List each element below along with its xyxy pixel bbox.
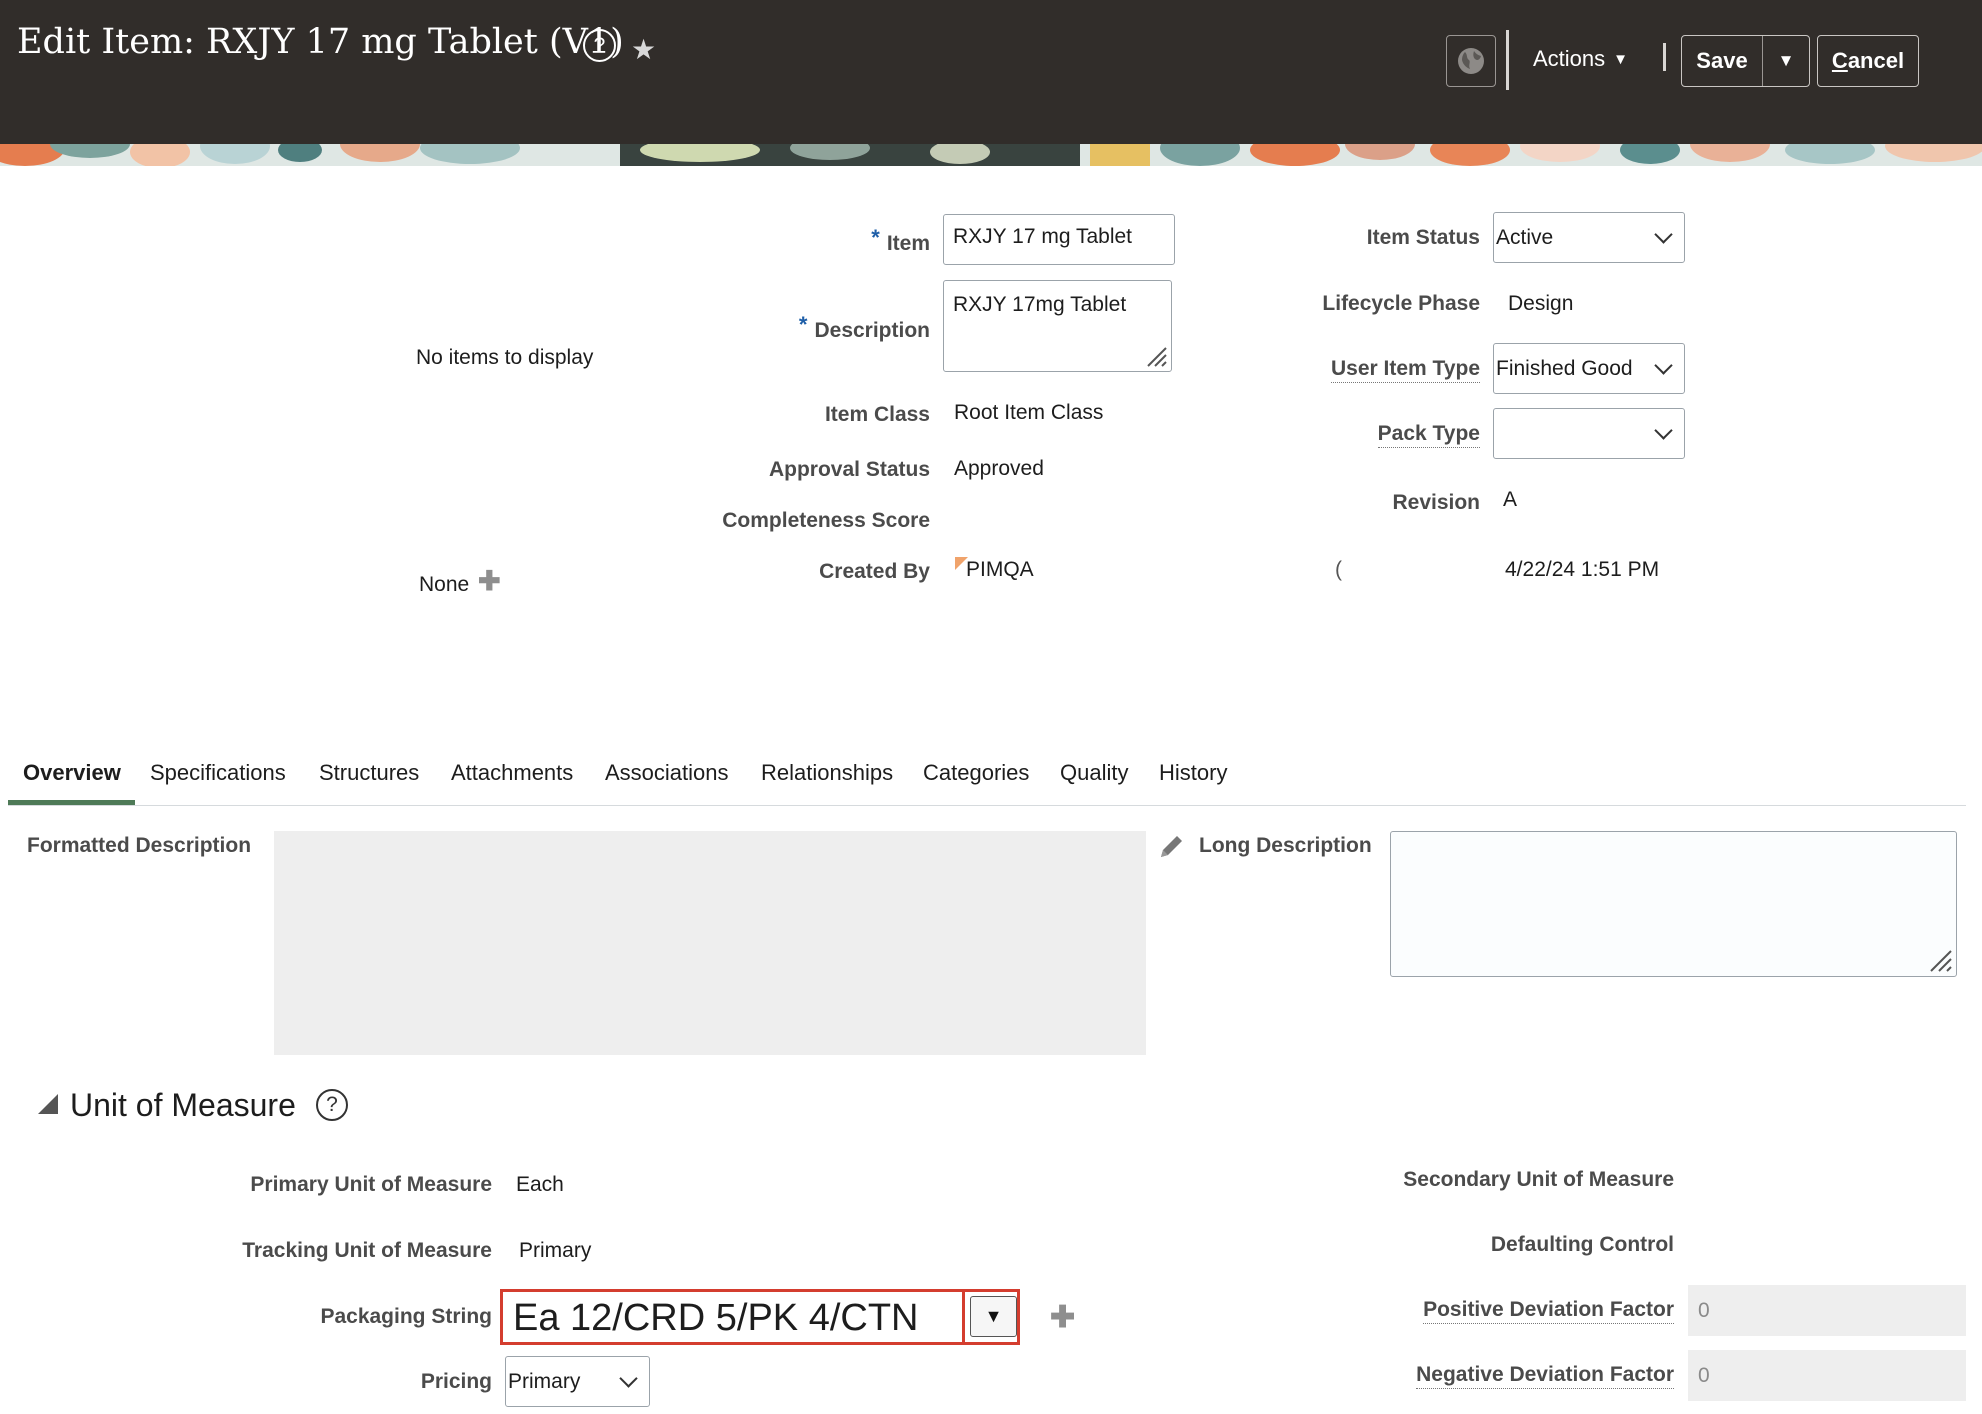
none-label: None bbox=[419, 573, 470, 596]
tracking-uom-value: Primary bbox=[519, 1239, 592, 1262]
item-input[interactable]: RXJY 17 mg Tablet bbox=[943, 214, 1175, 265]
active-tab-indicator bbox=[8, 800, 135, 805]
description-value: RXJY 17mg Tablet bbox=[953, 293, 1127, 316]
formatted-description-area bbox=[274, 831, 1146, 1055]
user-item-type-label[interactable]: User Item Type bbox=[1331, 357, 1480, 383]
uom-section-title: Unit of Measure bbox=[70, 1087, 296, 1123]
chevron-down-icon bbox=[619, 1369, 638, 1388]
add-icon[interactable]: ✚ bbox=[1050, 1300, 1075, 1335]
packaging-dropdown-button[interactable]: ▼ bbox=[970, 1296, 1017, 1337]
primary-uom-label: Primary Unit of Measure bbox=[250, 1173, 492, 1196]
item-status-label: Item Status bbox=[1366, 226, 1480, 249]
no-items-message: No items to display bbox=[416, 346, 594, 369]
cancel-button[interactable]: Cancel bbox=[1817, 35, 1919, 87]
decorative-banner bbox=[0, 144, 1982, 166]
cancel-mnemonic: C bbox=[1831, 48, 1848, 73]
add-icon[interactable]: ✚ bbox=[478, 566, 501, 597]
resize-grip-icon[interactable] bbox=[1927, 947, 1953, 973]
favorite-star-icon[interactable]: ★ bbox=[631, 33, 656, 66]
description-label: * Description bbox=[798, 312, 930, 342]
save-button-group: Save ▼ bbox=[1681, 35, 1810, 87]
header-separator bbox=[1663, 43, 1666, 71]
user-item-type-select[interactable]: Finished Good bbox=[1493, 343, 1685, 394]
item-label: * Item bbox=[871, 225, 930, 255]
negative-deviation-label[interactable]: Negative Deviation Factor bbox=[1416, 1363, 1674, 1389]
negative-deviation-input[interactable]: 0 bbox=[1688, 1350, 1966, 1401]
chevron-down-icon bbox=[1654, 225, 1673, 244]
tab-relationships[interactable]: Relationships bbox=[761, 760, 893, 786]
tab-overview[interactable]: Overview bbox=[23, 760, 121, 786]
tab-associations[interactable]: Associations bbox=[605, 760, 729, 786]
created-by-label: Created By bbox=[819, 560, 930, 583]
collapse-triangle-icon[interactable] bbox=[38, 1094, 58, 1114]
long-description-textarea[interactable] bbox=[1390, 831, 1957, 977]
formatted-description-label: Formatted Description bbox=[27, 834, 252, 857]
highlight-divider bbox=[962, 1292, 965, 1342]
tab-bar: Overview Specifications Structures Attac… bbox=[8, 750, 1966, 806]
pricing-label: Pricing bbox=[420, 1370, 492, 1393]
approval-status-label: Approval Status bbox=[768, 458, 930, 481]
help-icon[interactable]: ? bbox=[316, 1089, 348, 1121]
long-description-label: Long Description bbox=[1199, 834, 1372, 857]
cancel-label: ancel bbox=[1847, 48, 1905, 73]
edit-pencil-icon[interactable] bbox=[1155, 831, 1187, 863]
item-status-value: Active bbox=[1496, 225, 1554, 249]
item-class-label: Item Class bbox=[824, 403, 930, 426]
secondary-uom-label: Secondary Unit of Measure bbox=[1403, 1168, 1674, 1191]
packaging-string-field[interactable]: Ea 12/CRD 5/PK 4/CTN ▼ bbox=[500, 1289, 1020, 1345]
banner-pattern-image bbox=[0, 144, 1982, 166]
globe-icon bbox=[1458, 48, 1484, 74]
tab-quality[interactable]: Quality bbox=[1060, 760, 1128, 786]
actions-menu-button[interactable]: Actions ▼ bbox=[1533, 46, 1628, 72]
creation-date-value: 4/22/24 1:51 PM bbox=[1505, 558, 1660, 581]
tracking-uom-label: Tracking Unit of Measure bbox=[242, 1239, 492, 1262]
revision-label: Revision bbox=[1392, 491, 1480, 514]
save-button[interactable]: Save bbox=[1682, 36, 1762, 86]
completeness-score-label: Completeness Score bbox=[722, 509, 930, 532]
approval-status-value: Approved bbox=[954, 457, 1044, 480]
tab-attachments[interactable]: Attachments bbox=[451, 760, 573, 786]
resize-grip-icon[interactable] bbox=[1144, 344, 1168, 368]
positive-deviation-label[interactable]: Positive Deviation Factor bbox=[1423, 1298, 1674, 1324]
primary-uom-value: Each bbox=[516, 1173, 564, 1196]
item-status-select[interactable]: Active bbox=[1493, 212, 1685, 263]
tab-history[interactable]: History bbox=[1159, 760, 1227, 786]
packaging-string-label: Packaging String bbox=[320, 1305, 492, 1328]
save-menu-caret-icon[interactable]: ▼ bbox=[1762, 36, 1809, 86]
revision-value: A bbox=[1503, 488, 1518, 511]
tab-specifications[interactable]: Specifications bbox=[150, 760, 286, 786]
lifecycle-phase-label: Lifecycle Phase bbox=[1322, 292, 1480, 315]
defaulting-control-label: Defaulting Control bbox=[1490, 1233, 1674, 1256]
caret-down-icon: ▼ bbox=[1613, 51, 1629, 68]
creation-date-label-fragment: ( bbox=[1335, 558, 1342, 581]
pricing-select[interactable]: Primary bbox=[505, 1356, 650, 1407]
required-icon: * bbox=[871, 225, 880, 250]
created-by-value[interactable]: PIMQA bbox=[966, 558, 1034, 582]
user-item-type-value: Finished Good bbox=[1496, 356, 1633, 380]
pack-type-select[interactable] bbox=[1493, 408, 1685, 459]
globe-button[interactable] bbox=[1446, 35, 1496, 87]
tab-structures[interactable]: Structures bbox=[319, 760, 419, 786]
tab-categories[interactable]: Categories bbox=[923, 760, 1029, 786]
actions-label: Actions bbox=[1533, 46, 1606, 71]
required-icon: * bbox=[798, 312, 808, 337]
positive-deviation-input[interactable]: 0 bbox=[1688, 1285, 1966, 1336]
pricing-value: Primary bbox=[508, 1369, 581, 1393]
description-textarea[interactable]: RXJY 17mg Tablet bbox=[943, 280, 1172, 372]
page-header: Edit Item: RXJY 17 mg Tablet (V1) ? ★ Ac… bbox=[0, 0, 1982, 144]
lifecycle-phase-value: Design bbox=[1508, 292, 1574, 315]
chevron-down-icon bbox=[1654, 356, 1673, 375]
item-class-value: Root Item Class bbox=[954, 401, 1104, 424]
chevron-down-icon bbox=[1654, 421, 1673, 440]
pack-type-label[interactable]: Pack Type bbox=[1377, 422, 1480, 448]
header-separator bbox=[1506, 30, 1509, 90]
page-title: Edit Item: RXJY 17 mg Tablet (V1) bbox=[17, 22, 624, 62]
help-icon[interactable]: ? bbox=[583, 29, 616, 62]
packaging-string-value: Ea 12/CRD 5/PK 4/CTN bbox=[513, 1297, 919, 1339]
